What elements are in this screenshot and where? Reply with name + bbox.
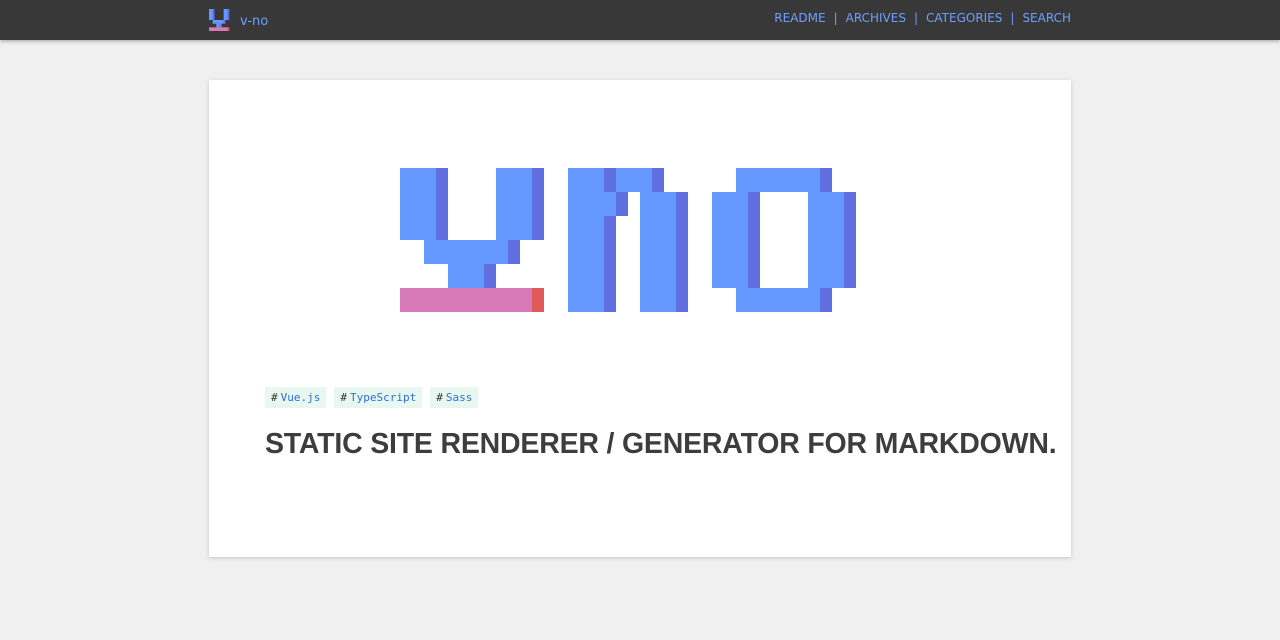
tag-label: TypeScript: [350, 391, 417, 404]
nav-archives-link[interactable]: ARCHIVES: [846, 11, 906, 25]
v-no-logo-icon: [209, 9, 230, 31]
nav-readme-link[interactable]: README: [774, 11, 825, 25]
tag-typescript[interactable]: # TypeScript: [334, 387, 423, 408]
readme-card: # Vue.js # TypeScript # Sass STATIC SITE…: [209, 80, 1071, 557]
tag-sass[interactable]: # Sass: [430, 387, 479, 408]
tag-list: # Vue.js # TypeScript # Sass: [265, 387, 486, 408]
tag-hash: #: [271, 391, 278, 404]
tag-vuejs[interactable]: # Vue.js: [265, 387, 327, 408]
top-navigation-bar: v-no README | ARCHIVES | CATEGORIES | SE…: [0, 0, 1280, 40]
nav-categories-link[interactable]: CATEGORIES: [926, 11, 1002, 25]
nav-separator: |: [833, 11, 838, 25]
nav-separator: |: [1010, 11, 1015, 25]
v-no-pixel-logo: [400, 168, 856, 312]
nav-search-link[interactable]: SEARCH: [1022, 11, 1071, 25]
tag-label: Vue.js: [280, 391, 321, 404]
main-nav: README | ARCHIVES | CATEGORIES | SEARCH: [774, 11, 1071, 25]
brand-name: v-no: [240, 13, 269, 29]
page-headline: STATIC SITE RENDERER / GENERATOR FOR MAR…: [265, 428, 1057, 460]
tag-hash: #: [340, 391, 347, 404]
brand-link[interactable]: v-no: [209, 9, 268, 31]
tag-label: Sass: [445, 391, 473, 404]
nav-separator: |: [913, 11, 918, 25]
tag-hash: #: [436, 391, 443, 404]
